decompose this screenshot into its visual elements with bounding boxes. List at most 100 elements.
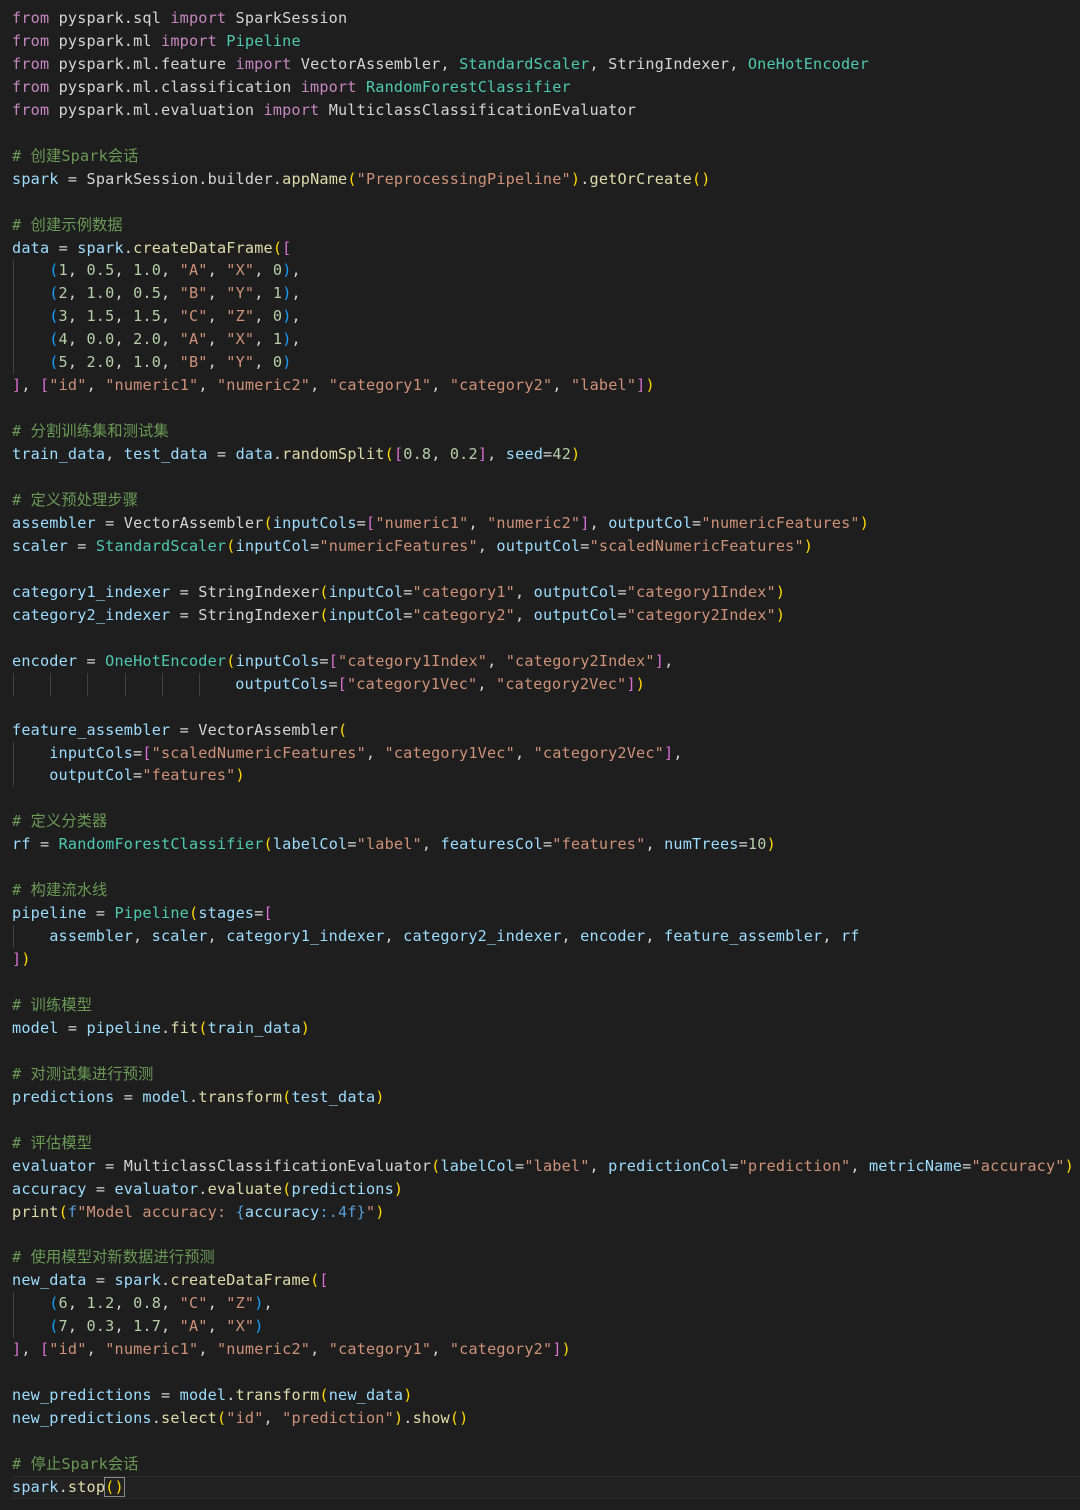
code-lines[interactable]: from pyspark.sql import SparkSession from… bbox=[12, 7, 1080, 1499]
code-line[interactable]: ], ["id", "numeric1", "numeric2", "categ… bbox=[12, 1338, 1080, 1361]
code-line[interactable]: ​ bbox=[12, 787, 1080, 810]
string-token: "X" bbox=[226, 330, 255, 349]
code-line[interactable]: spark.stop() bbox=[12, 1476, 1080, 1499]
indent-guide bbox=[13, 259, 14, 283]
number-token: 0 bbox=[272, 353, 283, 372]
string-token: "category1" bbox=[412, 582, 515, 601]
code-line[interactable]: (3, 1.5, 1.5, "C", "Z", 0), bbox=[12, 305, 1080, 329]
bracket-token: ) bbox=[282, 261, 292, 280]
number-token: 1 bbox=[272, 284, 283, 303]
plain-token: MulticlassClassificationEvaluator bbox=[123, 1156, 432, 1175]
code-line[interactable]: (6, 1.2, 0.8, "C", "Z"), bbox=[12, 1292, 1080, 1316]
code-line[interactable]: # 对测试集进行预测 bbox=[12, 1063, 1080, 1086]
code-line[interactable]: predictions = model.transform(test_data) bbox=[12, 1086, 1080, 1109]
code-line[interactable]: # 使用模型对新数据进行预测 bbox=[12, 1246, 1080, 1269]
code-line[interactable]: ​ bbox=[12, 191, 1080, 214]
bracket-token: ( bbox=[49, 1317, 59, 1336]
code-line[interactable]: ]) bbox=[12, 948, 1080, 971]
plain-token: , StringIndexer, bbox=[589, 54, 748, 73]
code-line[interactable]: train_data, test_data = data.randomSplit… bbox=[12, 443, 1080, 466]
number-token: 1.5 bbox=[133, 307, 162, 326]
code-editor[interactable]: from pyspark.sql import SparkSession from… bbox=[0, 0, 1080, 1510]
number-token: 2.0 bbox=[133, 330, 162, 349]
code-line[interactable]: feature_assembler = VectorAssembler( bbox=[12, 719, 1080, 742]
code-line[interactable]: rf = RandomForestClassifier(labelCol="la… bbox=[12, 833, 1080, 856]
bracket-token: ) bbox=[859, 513, 870, 532]
code-line[interactable]: ​ bbox=[12, 1430, 1080, 1453]
code-line[interactable]: new_data = spark.createDataFrame([ bbox=[12, 1269, 1080, 1292]
string-token: "accuracy" bbox=[971, 1156, 1065, 1175]
variable-token: assembler bbox=[49, 927, 134, 946]
code-line[interactable]: category2_indexer = StringIndexer(inputC… bbox=[12, 604, 1080, 627]
variable-token: encoder bbox=[580, 927, 646, 946]
number-token: 0.0 bbox=[86, 330, 115, 349]
keyword-token: import bbox=[300, 77, 357, 96]
code-line[interactable]: ], ["id", "numeric1", "numeric2", "categ… bbox=[12, 374, 1080, 397]
code-line[interactable]: # 分割训练集和测试集 bbox=[12, 420, 1080, 443]
code-line[interactable]: # 构建流水线 bbox=[12, 879, 1080, 902]
code-line[interactable]: ​ bbox=[12, 856, 1080, 879]
plain-token: , bbox=[198, 1340, 217, 1359]
code-line[interactable]: # 评估模型 bbox=[12, 1132, 1080, 1155]
code-line[interactable]: (7, 0.3, 1.7, "A", "X") bbox=[12, 1315, 1080, 1339]
indent-guide bbox=[13, 351, 14, 375]
code-line[interactable]: assembler, scaler, category1_indexer, ca… bbox=[12, 925, 1080, 949]
operator-token: = bbox=[617, 605, 627, 624]
code-line[interactable]: from pyspark.ml import Pipeline bbox=[12, 30, 1080, 53]
code-line[interactable]: outputCols=["category1Vec", "category2Ve… bbox=[12, 672, 1080, 696]
code-line[interactable]: pipeline = Pipeline(stages=[ bbox=[12, 902, 1080, 925]
operator-token: = bbox=[49, 238, 78, 257]
code-line[interactable]: ​ bbox=[12, 1109, 1080, 1132]
code-line[interactable]: (2, 1.0, 0.5, "B", "Y", 1), bbox=[12, 282, 1080, 306]
variable-token: inputCols bbox=[272, 513, 357, 532]
bracket-token: ] bbox=[12, 1340, 22, 1359]
indent-guide bbox=[13, 1315, 14, 1339]
code-line[interactable]: # 停止Spark会话 bbox=[12, 1453, 1080, 1476]
variable-token: spark bbox=[12, 1478, 59, 1496]
bracket-token: ) bbox=[803, 536, 814, 555]
plain-token: VectorAssembler, bbox=[291, 54, 460, 73]
code-line[interactable]: print(f"Model accuracy: {accuracy:.4f}") bbox=[12, 1201, 1080, 1224]
code-line[interactable]: inputCols=["scaledNumericFeatures", "cat… bbox=[12, 741, 1080, 765]
code-line[interactable]: (4, 0.0, 2.0, "A", "X", 1), bbox=[12, 328, 1080, 352]
code-line[interactable]: ​ bbox=[12, 1224, 1080, 1247]
code-line[interactable]: (1, 0.5, 1.0, "A", "X", 0), bbox=[12, 259, 1080, 283]
code-line[interactable]: category1_indexer = StringIndexer(inputC… bbox=[12, 581, 1080, 604]
code-line[interactable]: ​ bbox=[12, 397, 1080, 420]
number-token: 1.0 bbox=[133, 353, 162, 372]
code-line[interactable]: evaluator = MulticlassClassificationEval… bbox=[12, 1155, 1080, 1178]
code-line[interactable]: new_predictions = model.transform(new_da… bbox=[12, 1384, 1080, 1407]
string-token: "scaledNumericFeatures" bbox=[589, 536, 804, 555]
bracket-token: [ bbox=[393, 445, 404, 464]
code-line[interactable]: # 创建示例数据 bbox=[12, 214, 1080, 237]
code-line[interactable]: from pyspark.sql import SparkSession bbox=[12, 7, 1080, 30]
code-line[interactable]: model = pipeline.fit(train_data) bbox=[12, 1017, 1080, 1040]
code-line[interactable]: from pyspark.ml.feature import VectorAss… bbox=[12, 53, 1080, 76]
code-line[interactable]: ​ bbox=[12, 122, 1080, 145]
code-line[interactable]: assembler = VectorAssembler(inputCols=["… bbox=[12, 512, 1080, 535]
code-line[interactable]: # 训练模型 bbox=[12, 994, 1080, 1017]
code-line[interactable]: outputCol="features") bbox=[12, 764, 1080, 788]
plain-token: , bbox=[67, 330, 87, 349]
code-line[interactable]: ​ bbox=[12, 696, 1080, 719]
plain-token: , bbox=[254, 330, 273, 349]
code-line[interactable]: data = spark.createDataFrame([ bbox=[12, 237, 1080, 260]
code-line[interactable]: ​ bbox=[12, 627, 1080, 650]
code-line[interactable]: # 创建Spark会话 bbox=[12, 145, 1080, 168]
code-line[interactable]: accuracy = evaluator.evaluate(prediction… bbox=[12, 1178, 1080, 1201]
code-line[interactable]: encoder = OneHotEncoder(inputCols=["cate… bbox=[12, 650, 1080, 673]
code-line[interactable]: spark = SparkSession.builder.appName("Pr… bbox=[12, 168, 1080, 191]
number-token: 0 bbox=[272, 261, 283, 280]
code-line[interactable]: ​ bbox=[12, 1040, 1080, 1063]
code-line[interactable]: scaler = StandardScaler(inputCol = "numeri… bbox=[12, 535, 1080, 558]
code-line[interactable]: ​ bbox=[12, 1361, 1080, 1384]
code-line[interactable]: (5, 2.0, 1.0, "B", "Y", 0) bbox=[12, 351, 1080, 375]
code-line[interactable]: # 定义预处理步骤 bbox=[12, 489, 1080, 512]
code-line[interactable]: from pyspark.ml.classification import Ra… bbox=[12, 76, 1080, 99]
code-line[interactable]: ​ bbox=[12, 971, 1080, 994]
code-line[interactable]: new_predictions.select("id", "prediction… bbox=[12, 1407, 1080, 1430]
code-line[interactable]: ​ bbox=[12, 466, 1080, 489]
code-line[interactable]: ​ bbox=[12, 558, 1080, 581]
code-line[interactable]: # 定义分类器 bbox=[12, 810, 1080, 833]
code-line[interactable]: from pyspark.ml.evaluation import Multic… bbox=[12, 99, 1080, 122]
